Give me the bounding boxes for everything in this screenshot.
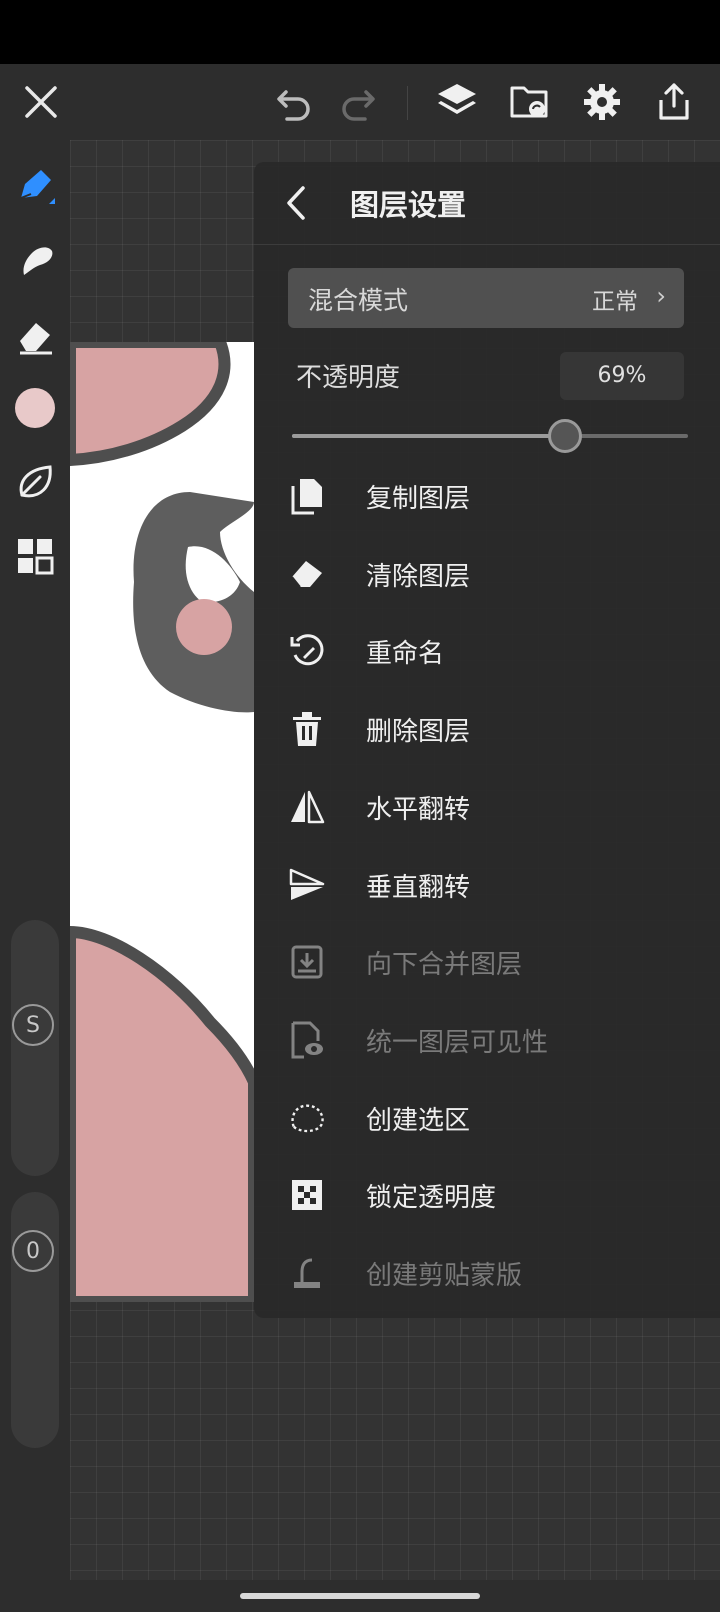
color-picker-button[interactable] [0,378,70,438]
smudge-tool[interactable] [0,230,70,290]
selection-lasso-icon [288,1098,326,1138]
chevron-right-icon: › [656,282,666,310]
share-export-button[interactable] [642,64,706,140]
menu-item-label: 创建剪贴蒙版 [366,1261,523,1291]
smudge-icon [23,247,53,275]
chevron-left-icon [287,186,305,220]
settings-button[interactable] [570,64,634,140]
brush-size-badge: S [12,1004,54,1046]
redo-button[interactable] [326,64,390,140]
opacity-slider-knob[interactable] [548,419,582,453]
artwork-drawing [70,342,254,1302]
layer-settings-panel: 图层设置 混合模式 正常 › 不透明度 69% 复制图层清除图层重命名删除图层水… [254,162,720,1318]
close-icon [25,86,57,118]
blend-mode-selector[interactable]: 混合模式 正常 › [288,268,684,328]
flip-vertical-icon [288,865,326,905]
brush-pen-icon [20,170,55,204]
close-button[interactable] [9,64,73,140]
merge-down-icon [288,942,326,982]
menu-item-label: 创建选区 [366,1105,471,1136]
back-button[interactable] [268,174,324,232]
grid-tools-icon [18,539,54,575]
menu-item-label: 水平翻转 [366,794,471,825]
rename-icon [288,631,326,671]
opacity-label: 不透明度 [296,363,401,393]
menu-item-merge-down: 向下合并图层 [254,930,720,994]
current-color-swatch [15,388,55,428]
eraser-icon [20,323,52,355]
toolbar-divider [407,86,408,120]
menu-item-flip-vertical[interactable]: 垂直翻转 [254,853,720,917]
eraser-tool[interactable] [0,306,70,366]
menu-item-label: 重命名 [366,639,445,670]
leaf-icon [19,465,52,498]
menu-item-label: 锁定透明度 [366,1183,497,1214]
brush-opacity-badge: 0 [12,1230,54,1272]
undo-icon [277,90,310,121]
artwork [70,342,254,1302]
gallery-folder-button[interactable] [498,64,562,140]
menu-item-label: 清除图层 [366,561,471,592]
trash-icon [288,709,326,749]
menu-item-layer-visibility: 统一图层可见性 [254,1008,720,1072]
status-bar [0,0,720,64]
panel-title: 图层设置 [350,188,467,222]
menu-item-trash[interactable]: 删除图层 [254,697,720,761]
panel-header: 图层设置 [254,162,720,245]
opacity-slider[interactable] [292,416,688,456]
more-tools-button[interactable] [0,526,70,586]
opacity-value-field[interactable]: 69% [560,352,684,400]
menu-item-duplicate-layer[interactable]: 复制图层 [254,464,720,528]
opacity-slider-fill [292,434,565,438]
redo-icon [342,90,375,121]
gear-icon [584,84,620,120]
menu-item-label: 垂直翻转 [366,872,471,903]
eraser-clear-icon [288,554,326,594]
home-indicator[interactable] [240,1593,480,1599]
blend-mode-label: 混合模式 [308,286,409,315]
lock-transparency-icon [288,1175,326,1215]
left-toolbar: S 0 [0,140,70,1580]
top-toolbar [0,64,720,140]
blend-mode-value: 正常 [592,289,638,315]
share-icon [659,83,689,120]
shape-lasso-tool[interactable] [0,452,70,512]
brush-size-slider[interactable] [11,920,59,1176]
menu-item-label: 统一图层可见性 [366,1027,549,1058]
clipping-mask-icon [288,1253,326,1293]
menu-item-clipping-mask: 创建剪贴蒙版 [254,1241,720,1305]
undo-button[interactable] [262,64,326,140]
layers-icon [438,84,476,114]
menu-item-flip-horizontal[interactable]: 水平翻转 [254,775,720,839]
menu-item-rename[interactable]: 重命名 [254,619,720,683]
flip-horizontal-icon [288,787,326,827]
layer-visibility-icon [288,1020,326,1060]
brush-tool[interactable] [0,156,70,216]
menu-item-eraser-clear[interactable]: 清除图层 [254,542,720,606]
menu-item-lock-transparency[interactable]: 锁定透明度 [254,1163,720,1227]
duplicate-layer-icon [288,476,326,516]
menu-item-label: 向下合并图层 [366,950,523,981]
menu-item-selection-lasso[interactable]: 创建选区 [254,1086,720,1150]
layers-button[interactable] [425,64,489,140]
menu-item-label: 复制图层 [366,484,471,514]
folder-sync-icon [510,86,548,118]
menu-item-label: 删除图层 [366,717,471,748]
